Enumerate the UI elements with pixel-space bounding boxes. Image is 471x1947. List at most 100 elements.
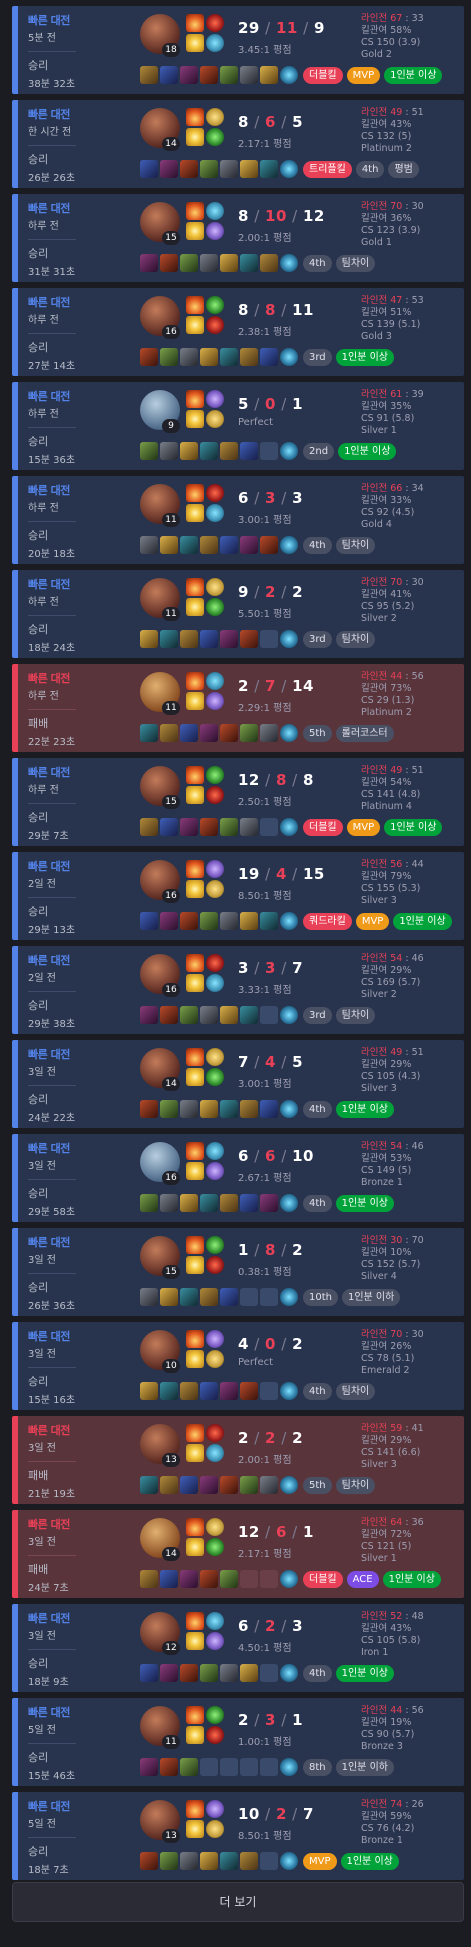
lane-score: 라인전 56 : 44 (361, 859, 424, 870)
kill-participation: 킬관여 26% (361, 1341, 412, 1352)
item-icon (260, 66, 278, 84)
assists: 3 (292, 1617, 303, 1635)
match-result: 패배 (28, 1563, 49, 1576)
match-row[interactable]: 빠른 대전 2일 전 승리 29분 13초 16 19 / 4 / 15 8.5… (12, 852, 464, 940)
kda-score: 19 / 4 / 15 (238, 865, 325, 883)
lane-score: 라인전 44 : 56 (361, 671, 424, 682)
champion-level: 16 (162, 889, 180, 903)
item-icon (180, 1288, 198, 1306)
kda-score: 29 / 11 / 9 (238, 19, 325, 37)
kill-participation: 킬관여 41% (361, 589, 412, 600)
match-row[interactable]: 빠른 대전 5일 전 승리 18분 7초 13 10 / 2 / 7 8.50:… (12, 1792, 464, 1880)
assists: 9 (313, 19, 325, 37)
match-duration: 21분 19초 (28, 1489, 76, 1500)
result-badge: 4th (303, 536, 332, 554)
item-icon (220, 1382, 238, 1400)
match-duration: 18분 24초 (28, 643, 76, 654)
kill-participation: 킬관여 79% (361, 871, 412, 882)
item-build: 10th 1인분 이하 (140, 1288, 404, 1306)
item-icon (180, 1758, 198, 1776)
match-row[interactable]: 빠른 대전 3일 전 승리 15분 16초 10 4 / 0 / 2 Perfe… (12, 1322, 464, 1410)
average-tier: Gold 4 (361, 519, 392, 530)
item-build: 4th 1인분 이상 (140, 1100, 398, 1118)
match-row[interactable]: 빠른 대전 하루 전 승리 31분 31초 15 8 / 10 / 12 2.0… (12, 194, 464, 282)
ignite-spell-icon (186, 108, 204, 126)
deaths: 8 (275, 771, 287, 789)
secondary-rune-icon (206, 598, 224, 616)
ward-icon (280, 254, 298, 272)
creep-score: CS 141 (6.6) (361, 1447, 421, 1458)
ward-icon (280, 1194, 298, 1212)
match-duration: 15분 16초 (28, 1395, 76, 1406)
item-icon (140, 1758, 158, 1776)
divider (28, 615, 76, 616)
average-tier: Bronze 1 (361, 1177, 403, 1188)
assists: 10 (292, 1147, 314, 1165)
item-icon (140, 1100, 158, 1118)
kills: 12 (238, 771, 260, 789)
kill-participation: 킬관여 72% (361, 1529, 412, 1540)
average-tier: Silver 2 (361, 989, 397, 1000)
item-icon (260, 1194, 278, 1212)
secondary-rune-icon (206, 786, 224, 804)
match-row[interactable]: 빠른 대전 하루 전 승리 29분 7초 15 12 / 8 / 8 2.50:… (12, 758, 464, 846)
item-icon (140, 1476, 158, 1494)
item-icon (240, 1194, 258, 1212)
match-result: 패배 (28, 717, 49, 730)
result-badge: 2nd (303, 442, 335, 460)
match-row[interactable]: 빠른 대전 3일 전 패배 24분 7초 14 12 / 6 / 1 2.17:… (12, 1510, 464, 1598)
match-row[interactable]: 빠른 대전 5일 전 승리 15분 46초 11 2 / 3 / 1 1.00:… (12, 1698, 464, 1786)
item-icon (200, 1664, 218, 1682)
match-duration: 18분 7초 (28, 1865, 69, 1876)
primary-rune-icon (206, 1048, 224, 1066)
item-icon (200, 630, 218, 648)
kills: 1 (238, 1241, 249, 1259)
match-row[interactable]: 빠른 대전 하루 전 승리 27분 14초 16 8 / 8 / 11 2.38… (12, 288, 464, 376)
secondary-rune-icon (206, 1256, 224, 1274)
result-badge: 1인분 이상 (393, 912, 452, 930)
divider (28, 1179, 76, 1180)
badges: 4th 1인분 이상 (303, 1100, 398, 1118)
match-row[interactable]: 빠른 대전 3일 전 승리 18분 9초 12 6 / 2 / 3 4.50:1… (12, 1604, 464, 1692)
match-duration: 26분 26초 (28, 173, 76, 184)
assists: 1 (292, 1711, 303, 1729)
badges: 더블킬 ACE 1인분 이상 (303, 1570, 445, 1588)
item-build: 5th 팀차이 (140, 1476, 379, 1494)
summoner-spells (186, 202, 204, 242)
creep-score: CS 95 (5.2) (361, 601, 415, 612)
match-row[interactable]: 빠른 대전 3일 전 승리 29분 58초 16 6 / 6 / 10 2.67… (12, 1134, 464, 1222)
kills: 8 (238, 301, 249, 319)
average-tier: Bronze 3 (361, 1741, 403, 1752)
runes (206, 202, 224, 242)
item-icon (260, 536, 278, 554)
flash-spell-icon (186, 128, 204, 146)
deaths: 3 (265, 1711, 276, 1729)
match-row[interactable]: 빠른 대전 3일 전 승리 24분 22초 14 7 / 4 / 5 3.00:… (12, 1040, 464, 1128)
item-build: 3rd 팀차이 (140, 1006, 379, 1024)
match-row[interactable]: 빠른 대전 3일 전 패배 21분 19초 13 2 / 2 / 2 2.00:… (12, 1416, 464, 1504)
match-row[interactable]: 빠른 대전 한 시간 전 승리 26분 26초 14 8 / 6 / 5 2.1… (12, 100, 464, 188)
match-row[interactable]: 빠른 대전 하루 전 승리 20분 18초 11 6 / 3 / 3 3.00:… (12, 476, 464, 564)
match-row[interactable]: 빠른 대전 하루 전 패배 22분 23초 11 2 / 7 / 14 2.29… (12, 664, 464, 752)
time-ago: 3일 전 (28, 1631, 56, 1642)
creep-score: CS 78 (5.1) (361, 1353, 415, 1364)
item-icon (220, 1288, 238, 1306)
match-row[interactable]: 빠른 대전 5분 전 승리 38분 32초 18 29 / 11 / 9 3.4… (12, 6, 464, 94)
summoner-spells (186, 766, 204, 806)
assists: 7 (303, 1805, 314, 1823)
match-row[interactable]: 빠른 대전 3일 전 승리 26분 36초 15 1 / 8 / 2 0.38:… (12, 1228, 464, 1316)
match-row[interactable]: 빠른 대전 하루 전 승리 18분 24초 11 9 / 2 / 2 5.50:… (12, 570, 464, 658)
champion-level: 11 (162, 1735, 180, 1749)
ward-icon (280, 442, 298, 460)
item-icon (220, 348, 238, 366)
result-badge: 평범 (388, 160, 419, 178)
match-row[interactable]: 빠른 대전 2일 전 승리 29분 38초 16 3 / 3 / 7 3.33:… (12, 946, 464, 1034)
match-info: 빠른 대전 3일 전 패배 24분 7초 (28, 1516, 118, 1594)
kda-ratio: 2.00:1 평점 (238, 233, 292, 244)
load-more-button[interactable]: 더 보기 (12, 1882, 464, 1922)
flash-spell-icon (186, 410, 204, 428)
match-row[interactable]: 빠른 대전 하루 전 승리 15분 36초 9 5 / 0 / 1 Perfec… (12, 382, 464, 470)
time-ago: 3일 전 (28, 1537, 56, 1548)
item-icon (160, 348, 178, 366)
queue-type: 빠른 대전 (28, 1424, 70, 1437)
